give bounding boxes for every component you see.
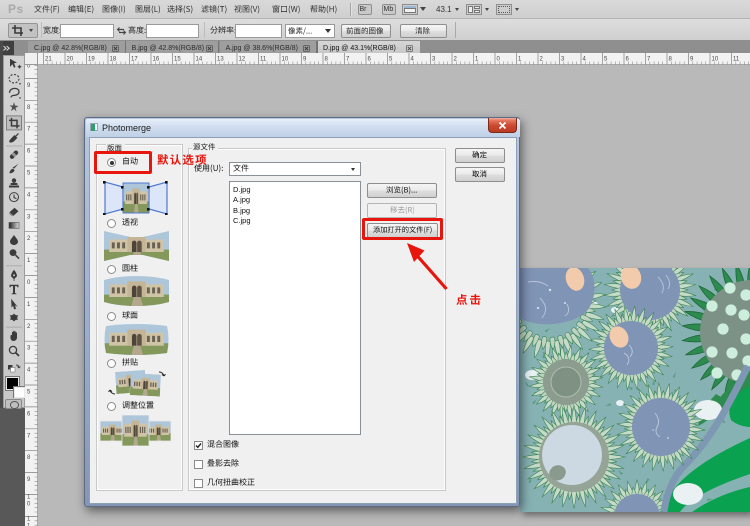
svg-text:10: 10 [282,57,289,63]
svg-text:13: 13 [217,57,224,63]
svg-text:19: 19 [88,57,95,63]
svg-text:15: 15 [174,57,181,63]
svg-text:18: 18 [110,57,117,63]
svg-text:17: 17 [131,57,138,63]
svg-text:21: 21 [45,57,52,63]
svg-text:11: 11 [260,57,267,63]
svg-text:16: 16 [153,57,160,63]
svg-text:20: 20 [67,57,74,63]
svg-text:14: 14 [196,57,203,63]
svg-text:11: 11 [733,57,740,63]
svg-text:10: 10 [712,57,719,63]
svg-text:12: 12 [239,57,246,63]
